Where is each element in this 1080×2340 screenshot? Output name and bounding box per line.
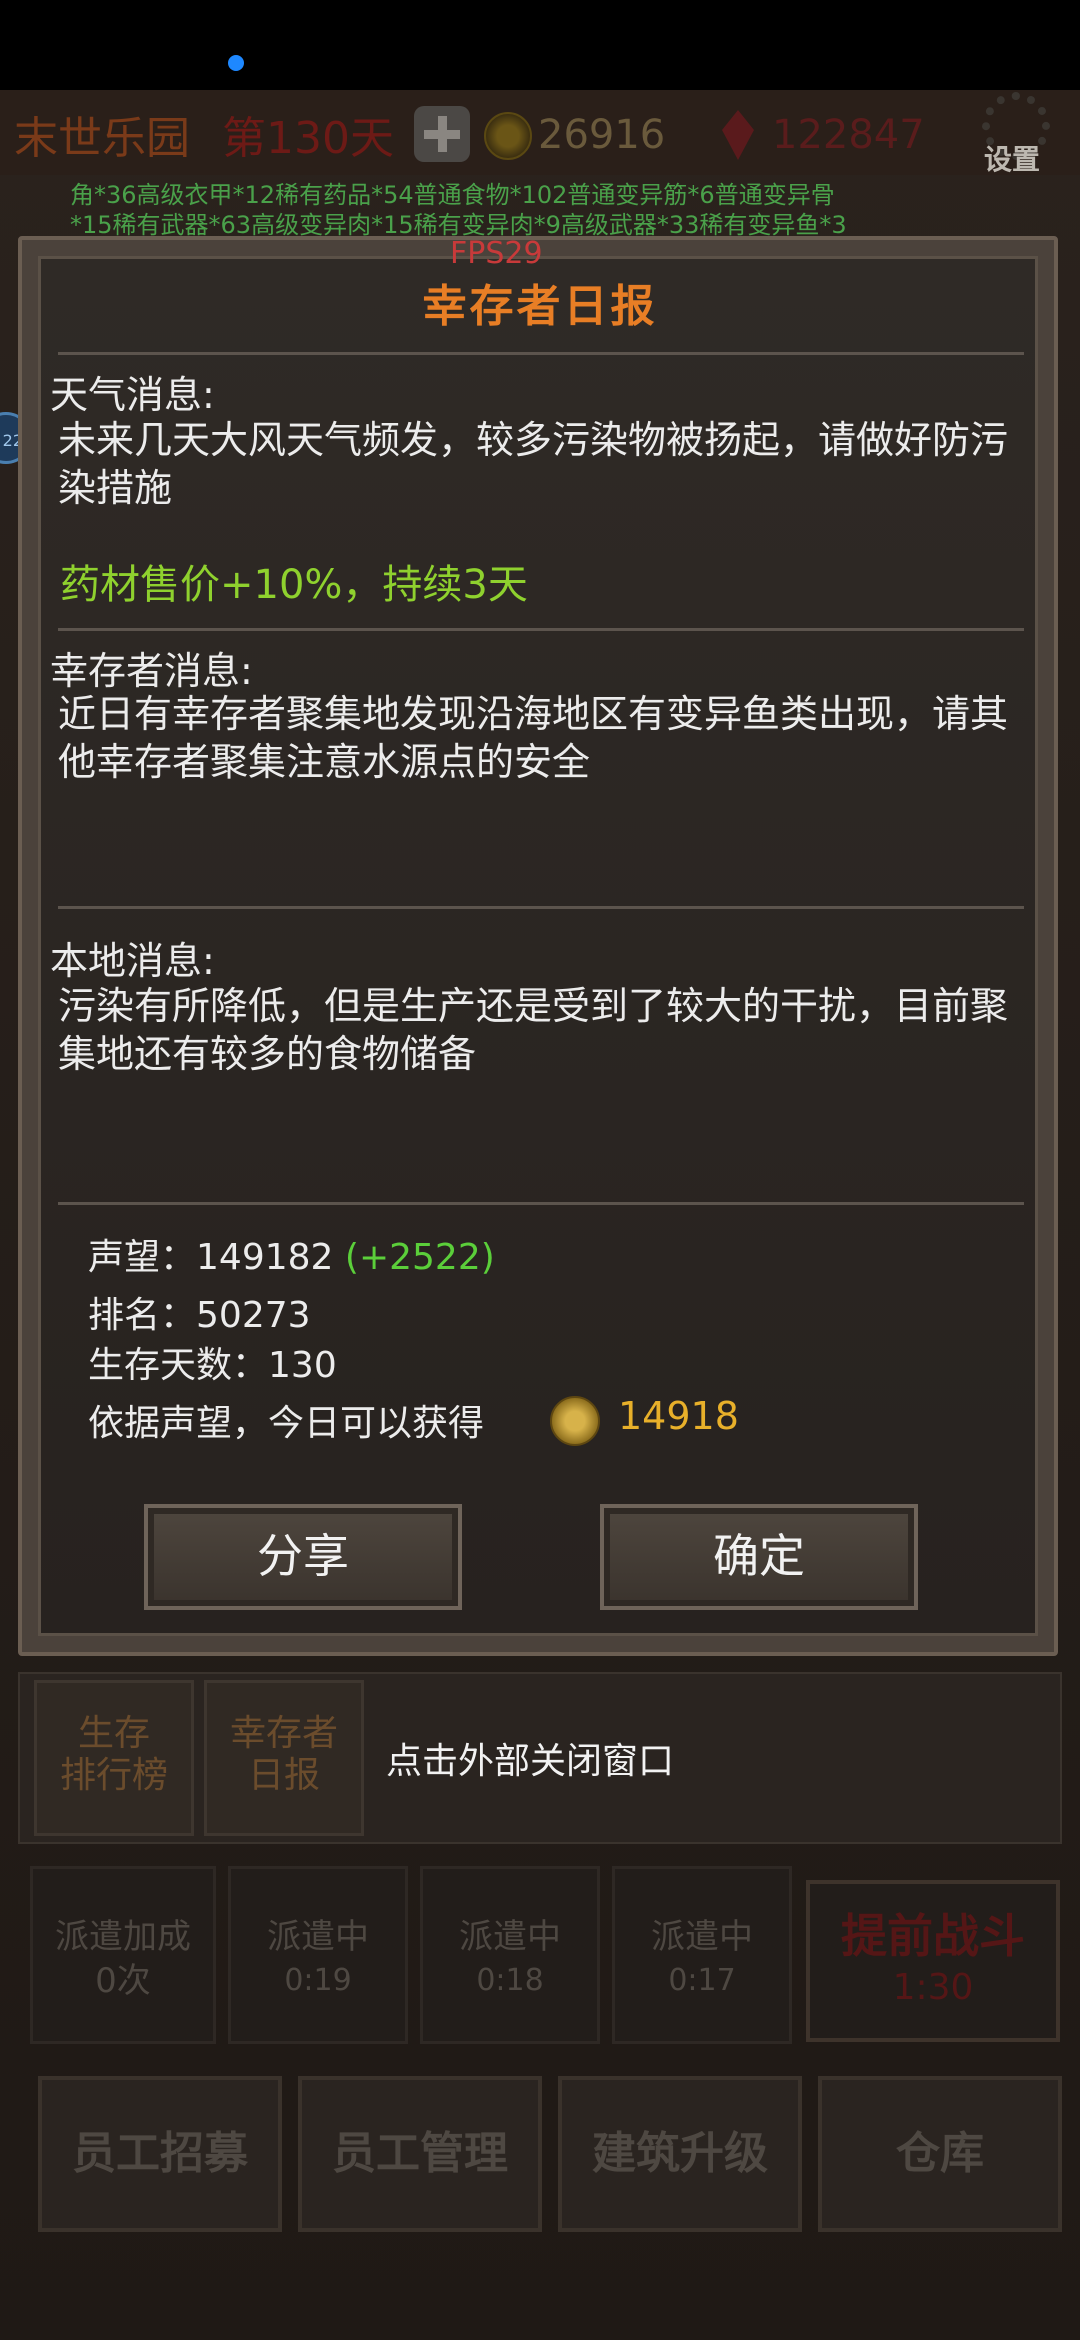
weather-body: 未来几天大风天气频发，较多污染物被扬起，请做好防污染措施: [58, 418, 1009, 510]
confirm-button[interactable]: 确定: [600, 1504, 918, 1610]
share-button[interactable]: 分享: [144, 1504, 462, 1610]
price-effect: 药材售价+10%，持续3天: [60, 562, 528, 608]
reputation-row: 声望：149182 (+2522): [88, 1228, 495, 1280]
dispatch-bonus-count: 0次: [95, 1961, 151, 2001]
staff-management-button[interactable]: 员工管理: [298, 2076, 542, 2232]
dispatch-status: 派遣中: [651, 1917, 753, 1957]
gems-value: 122847: [772, 112, 925, 158]
dispatch-slot[interactable]: 派遣中 0:18: [420, 1866, 600, 2044]
status-bar: [0, 0, 1080, 90]
weather-title: 天气消息:: [50, 373, 215, 417]
survivor-title: 幸存者消息:: [50, 649, 253, 693]
tab-survival-ranking[interactable]: 生存 排行榜: [34, 1680, 194, 1836]
coin-icon: [484, 112, 532, 160]
dialog-title: 幸存者日报: [422, 281, 658, 332]
reputation-gain: (+2522): [344, 1237, 495, 1278]
rank-label: 排名：: [88, 1295, 197, 1336]
warehouse-button[interactable]: 仓库: [818, 2076, 1062, 2232]
recruit-button[interactable]: 员工招募: [38, 2076, 282, 2232]
dispatch-slot[interactable]: 派遣中 0:19: [228, 1866, 408, 2044]
divider: [58, 628, 1024, 631]
divider: [58, 352, 1024, 355]
divider: [58, 906, 1024, 909]
notification-dot-icon: [228, 55, 244, 71]
local-title: 本地消息:: [50, 939, 215, 983]
local-body: 污染有所降低，但是生产还是受到了较大的干扰，目前聚集地还有较多的食物储备: [58, 984, 1009, 1076]
day-counter: 第130天: [222, 113, 394, 164]
coin-icon: [550, 1396, 600, 1446]
dispatch-timer: 0:19: [284, 1963, 352, 1998]
tab-survivor-daily[interactable]: 幸存者 日报: [204, 1680, 364, 1836]
fps-counter: FPS29: [450, 236, 543, 271]
park-name: 末世乐园: [14, 113, 190, 164]
dispatch-bonus[interactable]: 派遣加成 0次: [30, 1866, 216, 2044]
close-hint: 点击外部关闭窗口: [386, 1741, 675, 1782]
early-battle-button[interactable]: 提前战斗 1:30: [806, 1880, 1060, 2042]
battle-label: 提前战斗: [841, 1909, 1025, 1963]
survivor-body: 近日有幸存者聚集地发现沿海地区有变异鱼类出现，请其他幸存者聚集注意水源点的安全: [58, 692, 1009, 784]
reputation-value: 149182: [196, 1237, 334, 1278]
days-row: 生存天数：130: [88, 1336, 337, 1388]
battle-timer: 1:30: [892, 1967, 974, 2008]
days-value: 130: [268, 1345, 337, 1386]
add-icon[interactable]: [414, 106, 470, 162]
dispatch-timer: 0:18: [476, 1963, 544, 1998]
rank-value: 50273: [196, 1295, 311, 1336]
divider: [58, 1202, 1024, 1205]
ticker-line: 角*36高级衣甲*12稀有药品*54普通食物*102普通变异筋*6普通变异骨: [70, 181, 835, 209]
reputation-label: 声望：: [88, 1237, 197, 1278]
rank-row: 排名：50273: [88, 1286, 311, 1338]
reward-value: 14918: [618, 1394, 739, 1438]
dispatch-bonus-label: 派遣加成: [55, 1917, 191, 1957]
reward-label: 依据声望，今日可以获得: [88, 1403, 485, 1444]
days-label: 生存天数：: [88, 1345, 269, 1386]
coins-value: 26916: [538, 112, 666, 158]
dispatch-status: 派遣中: [459, 1917, 561, 1957]
settings-button[interactable]: 设置: [968, 90, 1078, 182]
dispatch-slot[interactable]: 派遣中 0:17: [612, 1866, 792, 2044]
building-upgrade-button[interactable]: 建筑升级: [558, 2076, 802, 2232]
dispatch-timer: 0:17: [668, 1963, 736, 1998]
settings-label: 设置: [984, 143, 1041, 176]
dispatch-status: 派遣中: [267, 1917, 369, 1957]
